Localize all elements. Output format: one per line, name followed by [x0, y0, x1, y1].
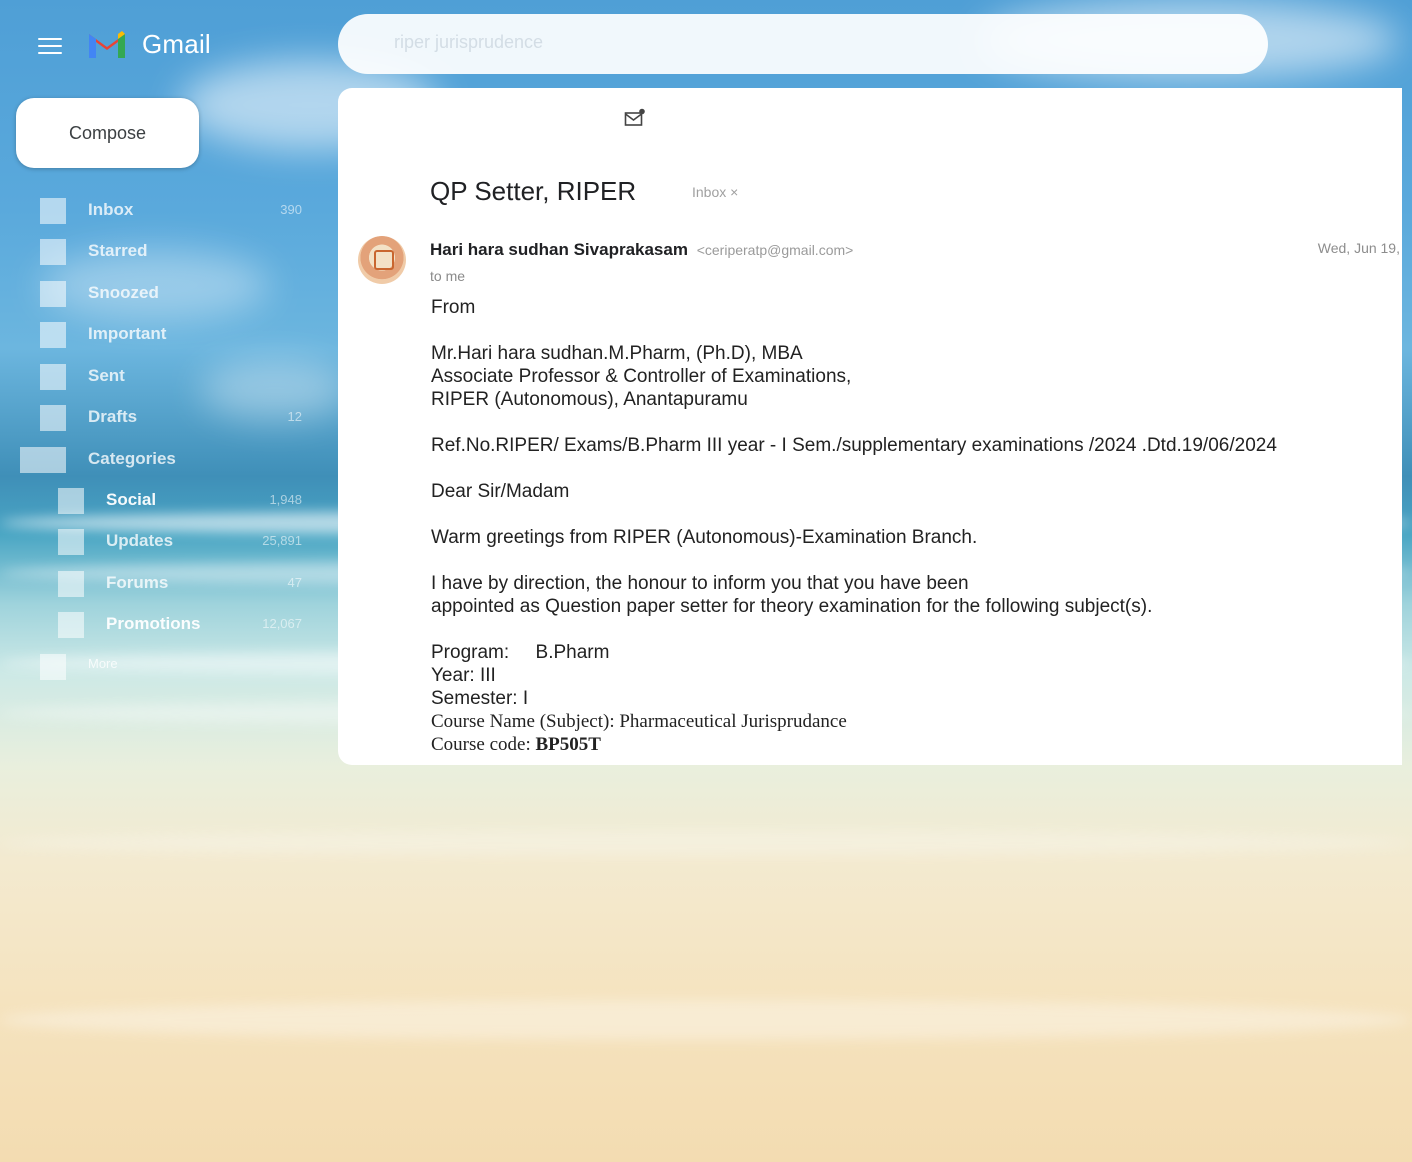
sidebar-item-label: More: [88, 656, 118, 671]
inbox-label-chip[interactable]: Inbox ×: [692, 184, 738, 200]
sender-avatar[interactable]: [358, 236, 406, 284]
sidebar-item-starred[interactable]: Starred: [0, 231, 330, 267]
course-code-value: BP505T: [535, 734, 601, 755]
search-bar[interactable]: [338, 14, 1268, 74]
sidebar-item-social[interactable]: Social 1,948: [0, 480, 330, 516]
email-view: QP Setter, RIPER Inbox × Hari hara sudha…: [338, 88, 1402, 765]
sender-name: Hari hara sudhan Sivaprakasam: [430, 240, 688, 259]
email-body: From Mr.Hari hara sudhan.M.Pharm, (Ph.D)…: [431, 296, 1391, 756]
sidebar-item-categories[interactable]: Categories: [0, 439, 330, 475]
recipient-details[interactable]: to me: [430, 268, 465, 284]
sidebar-item-snoozed[interactable]: Snoozed: [0, 273, 330, 309]
sidebar-item-label: Promotions: [106, 614, 201, 633]
search-input[interactable]: [392, 31, 1196, 54]
sender-info[interactable]: Hari hara sudhan Sivaprakasam <ceriperat…: [430, 240, 853, 260]
send-icon: [40, 364, 66, 390]
category-icon: [20, 447, 66, 473]
sidebar-item-label: Sent: [88, 366, 125, 385]
body-reference: Ref.No.RIPER/ Exams/B.Pharm III year - I…: [431, 435, 1277, 456]
sidebar-item-count: 12: [287, 409, 302, 424]
top-bar: Gmail: [0, 0, 1412, 90]
sidebar-item-sent[interactable]: Sent: [0, 356, 330, 392]
sidebar-item-label: Important: [88, 324, 167, 343]
body-course-name: Course Name (Subject): Pharmaceutical Ju…: [431, 711, 847, 732]
sidebar-item-inbox[interactable]: Inbox 390: [0, 190, 330, 226]
sidebar-item-count: 25,891: [262, 533, 302, 548]
sidebar-item-drafts[interactable]: Drafts 12: [0, 397, 330, 433]
sidebar-item-label: Updates: [106, 531, 174, 550]
email-subject: QP Setter, RIPER: [430, 176, 637, 206]
sender-email: <ceriperatp@gmail.com>: [696, 242, 854, 258]
forums-icon: [58, 571, 84, 597]
sidebar-item-label: Forums: [106, 573, 169, 592]
sidebar-item-label: Inbox: [88, 200, 134, 219]
sidebar-item-updates[interactable]: Updates 25,891: [0, 521, 330, 557]
email-date: Wed, Jun 19,: [1317, 240, 1400, 256]
body-signature: Mr.Hari hara sudhan.M.Pharm, (Ph.D), MBA…: [431, 343, 852, 410]
gmail-logo[interactable]: Gmail: [86, 28, 211, 60]
sidebar-item-label: Social: [106, 490, 157, 509]
gmail-m-icon: [89, 31, 125, 58]
updates-icon: [58, 529, 84, 555]
body-appointment: I have by direction, the honour to infor…: [431, 573, 1153, 617]
app-name: Gmail: [142, 28, 211, 59]
draft-icon: [40, 405, 66, 431]
course-code-label: Course code:: [431, 734, 531, 755]
social-icon: [58, 488, 84, 514]
sidebar-item-label: Snoozed: [88, 283, 159, 302]
mark-unread-icon[interactable]: [624, 108, 646, 128]
sidebar-item-label: Starred: [88, 241, 148, 260]
sidebar-item-promotions[interactable]: Promotions 12,067: [0, 604, 330, 640]
main-menu-icon[interactable]: [38, 38, 62, 54]
sidebar-item-label: Categories: [88, 449, 176, 468]
body-greeting: Dear Sir/Madam: [431, 481, 570, 502]
body-program: Program: B.Pharm: [431, 642, 610, 663]
inbox-icon: [40, 198, 66, 224]
compose-button[interactable]: Compose: [16, 98, 199, 168]
body-course-code: Course code: BP505T: [431, 733, 1391, 756]
sidebar-item-important[interactable]: Important: [0, 314, 330, 350]
important-icon: [40, 322, 66, 348]
sidebar-item-forums[interactable]: Forums 47: [0, 563, 330, 599]
sidebar-item-count: 12,067: [262, 616, 302, 631]
clock-icon: [40, 281, 66, 307]
sidebar-item-count: 47: [287, 575, 302, 590]
star-icon: [40, 239, 66, 265]
body-year: Year: III: [431, 665, 496, 686]
sidebar-item-count: 390: [280, 202, 302, 217]
promotions-icon: [58, 612, 84, 638]
body-semester: Semester: I: [431, 688, 529, 709]
chevron-down-icon: [40, 654, 66, 680]
body-warm-greetings: Warm greetings from RIPER (Autonomous)-E…: [431, 527, 978, 548]
body-from: From: [431, 297, 476, 318]
sidebar-item-count: 1,948: [269, 492, 302, 507]
sidebar-item-more[interactable]: More: [0, 646, 330, 682]
sidebar-item-label: Drafts: [88, 407, 138, 426]
